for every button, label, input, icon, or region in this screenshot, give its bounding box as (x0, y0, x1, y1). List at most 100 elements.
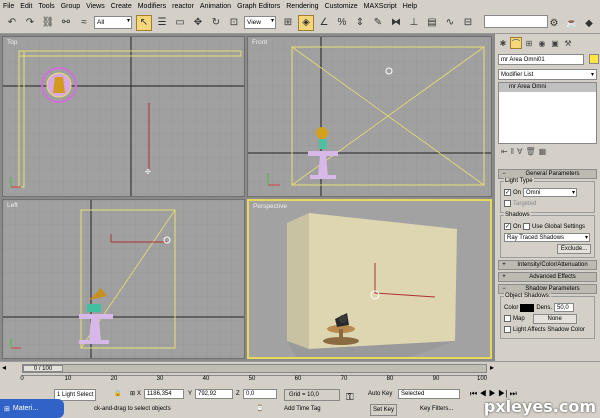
x-coord-field[interactable]: 1186,354 (144, 389, 184, 399)
map-checkbox[interactable] (504, 315, 511, 322)
menu-item[interactable]: Group (61, 3, 80, 10)
schematic-icon[interactable]: ⊟ (460, 15, 476, 31)
select-by-name-icon[interactable]: ☰ (154, 15, 170, 31)
shadow-color-swatch[interactable] (520, 303, 535, 312)
key-icon[interactable]: ⚿ (346, 393, 354, 403)
shadows-on-checkbox[interactable]: ✓ (504, 223, 511, 230)
time-tag-icon[interactable]: ⌚ (256, 404, 263, 414)
percent-snap-icon[interactable]: % (334, 15, 350, 31)
link-icon[interactable]: ⛓ (40, 15, 56, 31)
time-slider-thumb[interactable]: 0 / 100 (23, 365, 63, 372)
viewport-label[interactable]: Perspective (253, 203, 287, 210)
advanced-effects-rollout[interactable]: + Advanced Effects (498, 272, 597, 282)
use-global-checkbox[interactable] (523, 223, 531, 230)
unlink-icon[interactable]: ⚯ (58, 15, 74, 31)
move-icon[interactable]: ✥ (190, 15, 206, 31)
utilities-icon[interactable]: ⚒ (562, 37, 574, 49)
viewport-top[interactable]: ✣ Top (2, 36, 245, 197)
named-sets-icon[interactable]: ✎ (370, 15, 386, 31)
viewport-label[interactable]: Left (7, 202, 18, 209)
shadow-type-dropdown[interactable]: Ray Traced Shadows ▾ (504, 233, 590, 242)
time-slider[interactable]: 0 / 100 (22, 364, 487, 373)
select-icon[interactable]: ↖ (136, 14, 152, 31)
intensity-rollout[interactable]: + Intensity/Color/Attenuation (498, 260, 597, 270)
timeline-right-icon[interactable]: ▸ (490, 363, 494, 373)
named-selection-input[interactable] (484, 15, 548, 28)
menu-item[interactable]: Create (111, 3, 132, 10)
timeline-tick: 70 (340, 376, 348, 382)
bind-icon[interactable]: ≈ (76, 15, 92, 31)
light-type-dropdown[interactable]: Omni ▾ (523, 188, 578, 197)
selection-filter-dropdown[interactable]: All ▾ (94, 16, 132, 29)
quick-render-icon[interactable]: ◆ (581, 15, 597, 31)
light-on-checkbox[interactable]: ✓ (504, 189, 511, 196)
mirror-icon[interactable]: ⧓ (388, 15, 404, 31)
left-viewport-scene (3, 200, 244, 358)
exclude-button[interactable]: Exclude... (557, 243, 591, 254)
ref-coord-dropdown[interactable]: View ▾ (244, 16, 276, 29)
remove-modifier-icon[interactable]: 🗑 (526, 147, 536, 156)
rotate-icon[interactable]: ↻ (208, 15, 224, 31)
angle-snap-icon[interactable]: ∠ (316, 15, 332, 31)
render-icon[interactable]: ☕ (564, 15, 580, 31)
viewport-left[interactable]: Left (2, 199, 245, 359)
menu-item[interactable]: Rendering (286, 3, 318, 10)
viewport-front[interactable]: Front (247, 36, 492, 197)
menu-item[interactable]: Tools (38, 3, 54, 10)
menu-item[interactable]: Customize (325, 3, 358, 10)
hierarchy-icon[interactable]: ⊞ (523, 37, 535, 49)
make-unique-icon[interactable]: ∀ (517, 147, 522, 156)
spinner-snap-icon[interactable]: ⇕ (352, 15, 368, 31)
show-end-result-icon[interactable]: ‖ (511, 147, 514, 156)
object-name-field[interactable]: mr Area Omni01 (498, 54, 584, 65)
align-icon[interactable]: ⊥ (406, 15, 422, 31)
render-setup-icon[interactable]: ⚙ (546, 15, 562, 31)
abs-mode-icon[interactable]: ⊞ (130, 389, 135, 399)
undo-icon[interactable]: ↶ (4, 15, 20, 31)
pin-stack-icon[interactable]: ⇤ (501, 147, 508, 156)
menu-item[interactable]: reactor (172, 3, 194, 10)
display-icon[interactable]: ▣ (549, 37, 561, 49)
snap-icon[interactable]: ◈ (298, 14, 314, 31)
y-coord-field[interactable]: 792,92 (195, 389, 233, 399)
viewport-label[interactable]: Front (252, 39, 267, 46)
map-button[interactable]: None (532, 313, 577, 324)
menu-item[interactable]: Edit (20, 3, 32, 10)
region-select-icon[interactable]: ▭ (172, 15, 188, 31)
modifier-list-dropdown[interactable]: Modifier List ▾ (498, 69, 597, 80)
timeline-left-icon[interactable]: ◂ (2, 363, 6, 373)
motion-icon[interactable]: ◉ (536, 37, 548, 49)
taskbar-button[interactable]: ⊞ Materi... (0, 399, 64, 418)
menu-item[interactable]: MAXScript (364, 3, 397, 10)
shadows-group: Shadows ✓ On Use Global Settings Ray Tra… (500, 212, 595, 258)
stack-item[interactable]: mr Area Omni (499, 83, 596, 92)
menu-item[interactable]: Views (86, 3, 105, 10)
viewport-label[interactable]: Top (7, 39, 17, 46)
add-time-tag[interactable]: Add Time Tag (284, 404, 321, 414)
scale-icon[interactable]: ⊡ (226, 15, 242, 31)
set-key-button[interactable]: Set Key (370, 404, 398, 416)
configure-sets-icon[interactable]: ▦ (539, 147, 547, 156)
key-filter-dropdown[interactable]: Selected (398, 389, 460, 399)
targeted-checkbox[interactable] (504, 200, 511, 207)
pivot-icon[interactable]: ⊞ (280, 15, 296, 31)
modify-icon[interactable]: ⌒ (510, 37, 522, 49)
object-color-swatch[interactable] (588, 54, 599, 64)
light-affects-checkbox[interactable] (504, 326, 511, 333)
timeline-ruler[interactable]: 0 10 20 30 40 50 60 70 80 90 100 (20, 375, 487, 386)
redo-icon[interactable]: ↷ (22, 15, 38, 31)
curve-editor-icon[interactable]: ∿ (442, 15, 458, 31)
menu-item[interactable]: Graph Editors (237, 3, 280, 10)
menu-item[interactable]: Help (403, 3, 417, 10)
auto-key-button[interactable]: Auto Key (368, 389, 392, 399)
z-coord-field[interactable]: 0,0 (243, 389, 277, 399)
layer-icon[interactable]: ▤ (424, 15, 440, 31)
viewport-perspective[interactable]: Perspective (247, 199, 492, 359)
density-spinner[interactable]: 50,0 (554, 303, 575, 312)
menu-item[interactable]: Modifiers (138, 3, 166, 10)
lock-icon[interactable]: 🔒 (114, 389, 121, 399)
menu-item[interactable]: Animation (200, 3, 231, 10)
key-filters-button[interactable]: Key Filters... (420, 404, 453, 414)
create-icon[interactable]: ✱ (497, 37, 509, 49)
menu-item[interactable]: File (3, 3, 14, 10)
